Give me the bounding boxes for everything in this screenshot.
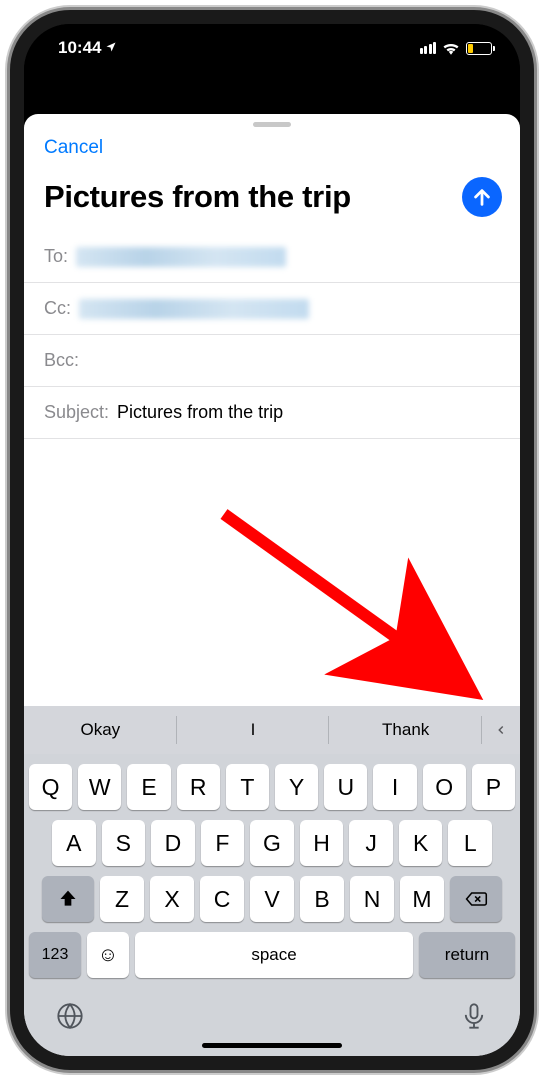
space-key[interactable]: space [135, 932, 413, 978]
to-label: To: [44, 246, 68, 267]
keyboard: Okay I Thank QWERTYUIOP ASDFGHJKL ZXCVBN… [24, 706, 520, 1056]
battery-icon [466, 42, 492, 55]
key-o[interactable]: O [423, 764, 466, 810]
key-i[interactable]: I [373, 764, 416, 810]
cc-field[interactable]: Cc: [24, 283, 520, 335]
key-g[interactable]: G [250, 820, 294, 866]
prediction-3[interactable]: Thank [329, 706, 482, 754]
emoji-key[interactable]: ☺ [87, 932, 129, 978]
key-k[interactable]: K [399, 820, 443, 866]
keyboard-row-4: 123 ☺ space return [24, 922, 520, 984]
compose-title: Pictures from the trip [44, 179, 351, 215]
key-m[interactable]: M [400, 876, 444, 922]
key-v[interactable]: V [250, 876, 294, 922]
bcc-field[interactable]: Bcc: [24, 335, 520, 387]
keyboard-row-3: ZXCVBNM [24, 866, 520, 922]
return-key[interactable]: return [419, 932, 515, 978]
globe-icon [56, 1002, 84, 1030]
wifi-icon [442, 41, 460, 55]
key-x[interactable]: X [150, 876, 194, 922]
shift-icon [58, 889, 78, 909]
key-y[interactable]: Y [275, 764, 318, 810]
numeric-key[interactable]: 123 [29, 932, 81, 978]
keyboard-footer [24, 984, 520, 1037]
cc-value-redacted [79, 299, 309, 319]
microphone-icon [460, 1002, 488, 1030]
status-time: 10:44 [58, 38, 101, 58]
prediction-2[interactable]: I [177, 706, 330, 754]
key-d[interactable]: D [151, 820, 195, 866]
to-field[interactable]: To: [24, 231, 520, 283]
keyboard-row-2: ASDFGHJKL [24, 810, 520, 866]
bcc-label: Bcc: [44, 350, 79, 371]
signal-icon [420, 42, 437, 54]
phone-frame: 10:44 Cancel Pictures from the trip To: [10, 10, 534, 1070]
key-e[interactable]: E [127, 764, 170, 810]
key-t[interactable]: T [226, 764, 269, 810]
body-input[interactable] [24, 439, 520, 639]
key-r[interactable]: R [177, 764, 220, 810]
shift-key[interactable] [42, 876, 94, 922]
compose-header: Pictures from the trip [24, 167, 520, 231]
prediction-expand-button[interactable] [482, 706, 520, 754]
predictive-bar: Okay I Thank [24, 706, 520, 754]
key-s[interactable]: S [102, 820, 146, 866]
chevron-left-icon [494, 723, 508, 737]
keyboard-row-1: QWERTYUIOP [24, 754, 520, 810]
key-z[interactable]: Z [100, 876, 144, 922]
key-b[interactable]: B [300, 876, 344, 922]
subject-label: Subject: [44, 402, 109, 423]
dictation-button[interactable] [460, 1002, 488, 1033]
key-q[interactable]: Q [29, 764, 72, 810]
nav-bar: Cancel [24, 127, 520, 167]
emoji-icon: ☺ [98, 944, 118, 966]
location-icon [105, 41, 117, 56]
subject-field[interactable]: Subject: Pictures from the trip [24, 387, 520, 439]
arrow-up-icon [471, 186, 493, 208]
key-n[interactable]: N [350, 876, 394, 922]
to-value-redacted [76, 247, 286, 267]
notch [172, 24, 372, 52]
backspace-key[interactable] [450, 876, 502, 922]
cancel-button[interactable]: Cancel [44, 137, 103, 159]
prediction-1[interactable]: Okay [24, 706, 177, 754]
key-u[interactable]: U [324, 764, 367, 810]
key-f[interactable]: F [201, 820, 245, 866]
cc-label: Cc: [44, 298, 71, 319]
key-p[interactable]: P [472, 764, 515, 810]
key-h[interactable]: H [300, 820, 344, 866]
globe-button[interactable] [56, 1002, 84, 1033]
send-button[interactable] [462, 177, 502, 217]
key-j[interactable]: J [349, 820, 393, 866]
key-c[interactable]: C [200, 876, 244, 922]
subject-value: Pictures from the trip [117, 402, 283, 423]
key-l[interactable]: L [448, 820, 492, 866]
key-w[interactable]: W [78, 764, 121, 810]
backspace-icon [464, 889, 488, 909]
key-a[interactable]: A [52, 820, 96, 866]
home-indicator[interactable] [202, 1043, 342, 1048]
compose-sheet: Cancel Pictures from the trip To: Cc: Bc… [24, 114, 520, 1056]
